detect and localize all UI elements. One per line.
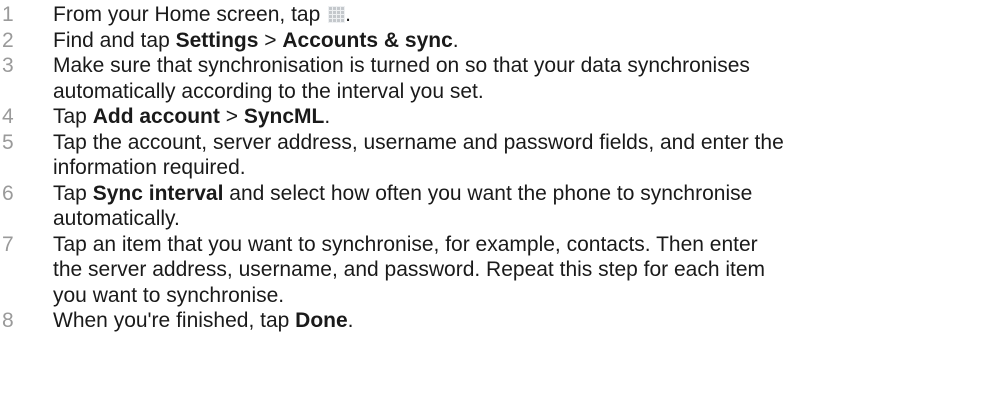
step-text: Find and tap Settings > Accounts & sync. bbox=[53, 28, 992, 54]
step-4: 4 Tap Add account > SyncML. bbox=[0, 104, 992, 130]
step-5: 5 Tap the account, server address, usern… bbox=[0, 130, 992, 181]
step-number: 3 bbox=[2, 54, 14, 77]
step-text-part: > bbox=[219, 105, 244, 128]
step-text-part: . bbox=[324, 105, 331, 128]
step-text-line: Tap the account, server address, usernam… bbox=[53, 130, 784, 154]
sync-interval-label: Sync interval bbox=[92, 181, 224, 205]
accounts-sync-label: Accounts & sync bbox=[282, 28, 453, 52]
syncml-label: SyncML bbox=[243, 105, 325, 128]
step-text: Tap Sync interval and select how often y… bbox=[53, 181, 992, 232]
step-number: 6 bbox=[2, 181, 14, 205]
step-text-line: Make sure that synchronisation is turned… bbox=[53, 54, 750, 77]
step-number: 7 bbox=[2, 232, 14, 256]
step-number: 5 bbox=[2, 130, 14, 154]
step-3: 3 Make sure that synchronisation is turn… bbox=[0, 53, 992, 104]
step-text-part: > bbox=[258, 28, 283, 52]
step-text: Tap an item that you want to synchronise… bbox=[53, 232, 992, 309]
step-text-part: Tap bbox=[53, 181, 93, 205]
step-text-line: the server address, username, and passwo… bbox=[53, 258, 766, 281]
step-text: Tap the account, server address, usernam… bbox=[53, 130, 992, 181]
step-number: 1 bbox=[2, 3, 14, 26]
step-number: 8 bbox=[2, 309, 14, 332]
done-label: Done bbox=[295, 309, 348, 332]
step-7: 7 Tap an item that you want to synchroni… bbox=[0, 232, 992, 309]
apps-grid-icon bbox=[328, 6, 346, 23]
step-6: 6 Tap Sync interval and select how often… bbox=[0, 181, 992, 232]
step-text-line: Tap an item that you want to synchronise… bbox=[53, 232, 758, 256]
add-account-label: Add account bbox=[92, 105, 220, 128]
step-text-part: Tap bbox=[53, 105, 93, 128]
step-text: From your Home screen, tap . bbox=[53, 2, 992, 28]
step-text-line: information required. bbox=[53, 156, 246, 179]
step-text-part: and select how often you want the phone … bbox=[223, 181, 753, 205]
step-text-part: . bbox=[452, 28, 459, 52]
step-text-line: automatically according to the interval … bbox=[53, 79, 484, 103]
step-text: Tap Add account > SyncML. bbox=[53, 104, 992, 130]
settings-label: Settings bbox=[175, 28, 259, 52]
step-text-part: Find and tap bbox=[53, 28, 176, 52]
step-text-part: When you're finished, tap bbox=[53, 309, 296, 332]
step-text-part: From your Home screen, tap bbox=[53, 3, 327, 26]
step-number: 2 bbox=[2, 28, 14, 52]
instruction-steps: 1 From your Home screen, tap . 2 Find an… bbox=[0, 0, 992, 334]
step-2: 2 Find and tap Settings > Accounts & syn… bbox=[0, 28, 992, 54]
step-text-line: automatically. bbox=[53, 207, 180, 230]
step-text: Make sure that synchronisation is turned… bbox=[53, 53, 992, 104]
step-text-part: . bbox=[345, 3, 351, 26]
step-text-part: . bbox=[347, 309, 354, 332]
step-1: 1 From your Home screen, tap . bbox=[0, 2, 992, 28]
step-text-line: you want to synchronise. bbox=[53, 283, 285, 307]
step-number: 4 bbox=[2, 105, 14, 128]
step-text: When you're finished, tap Done. bbox=[53, 308, 992, 334]
step-8: 8 When you're finished, tap Done. bbox=[0, 308, 992, 334]
